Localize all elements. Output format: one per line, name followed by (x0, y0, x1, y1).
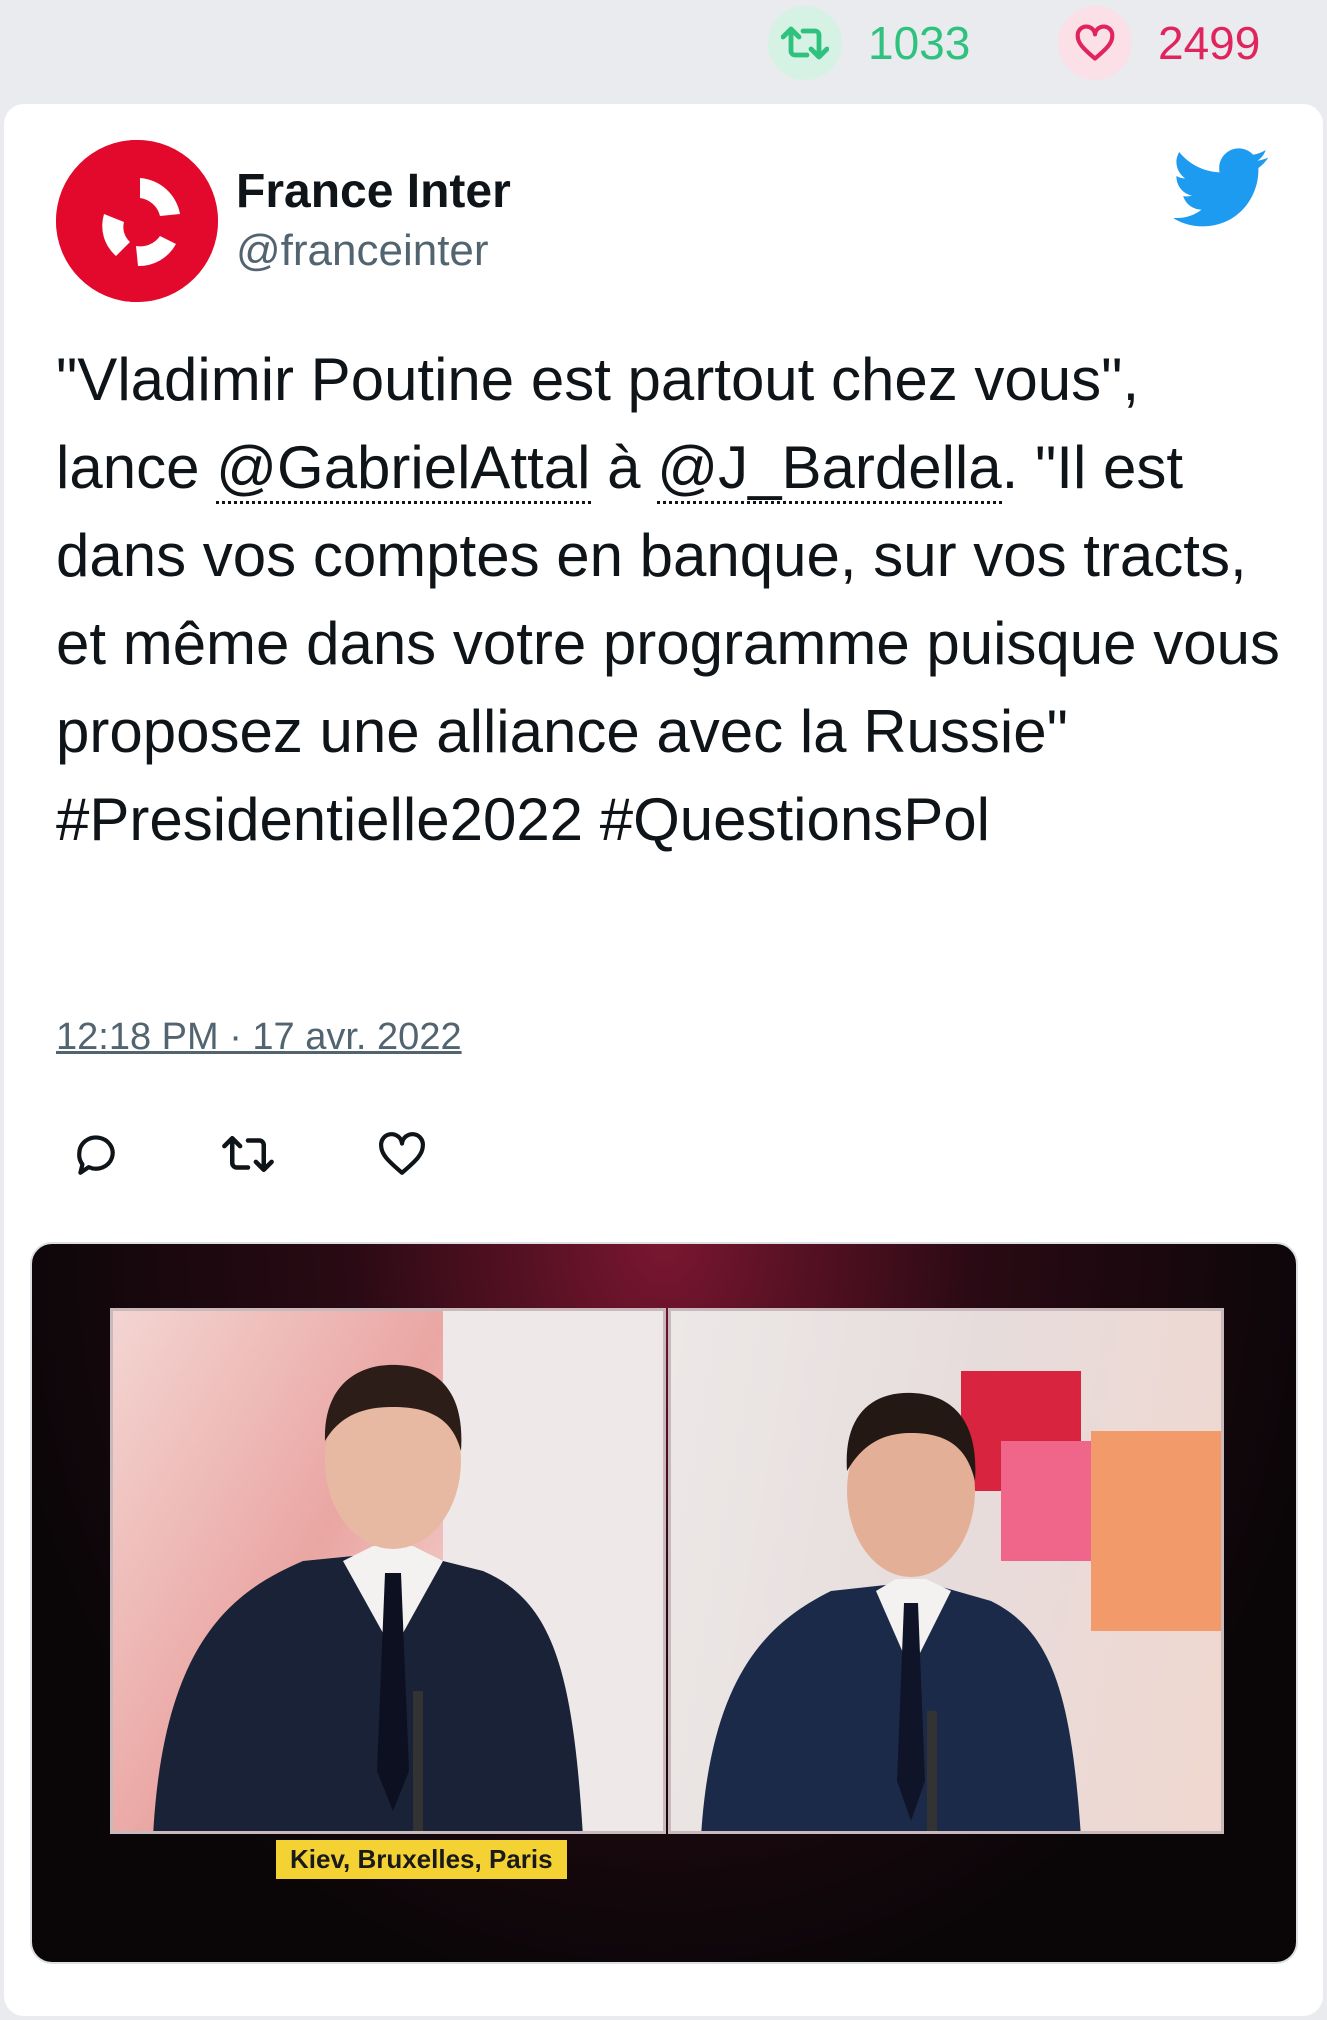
like-count-stat[interactable]: 2499 (1058, 6, 1260, 80)
hashtag-presidentielle2022[interactable]: #Presidentielle2022 (56, 786, 583, 853)
reply-button[interactable] (66, 1124, 126, 1184)
tweet-card: France Inter @franceinter "Vladimir Pout… (4, 104, 1323, 2016)
twitter-bird-icon[interactable] (1172, 148, 1270, 228)
reply-icon (77, 1135, 115, 1175)
heart-icon (1058, 6, 1132, 80)
video-panel-left (110, 1308, 666, 1834)
retweet-icon (222, 1136, 274, 1172)
mention-j-bardella[interactable]: @J_Bardella (657, 434, 1002, 504)
like-button[interactable] (372, 1124, 432, 1184)
tweet-timestamp[interactable]: 12:18 PM · 17 avr. 2022 (56, 1016, 462, 1059)
hashtag-questionspol[interactable]: #QuestionsPol (600, 786, 990, 853)
video-caption: Kiev, Bruxelles, Paris (276, 1840, 567, 1879)
retweet-count-stat[interactable]: 1033 (768, 6, 970, 80)
video-panel-right (668, 1308, 1224, 1834)
tweet-media[interactable]: Kiev, Bruxelles, Paris (30, 1242, 1298, 1964)
mention-gabrielattal[interactable]: @GabrielAttal (216, 434, 591, 504)
tweet-text-part (583, 786, 600, 853)
tweet-text-part: à (590, 434, 658, 501)
retweet-icon (768, 6, 842, 80)
retweet-button[interactable] (218, 1124, 278, 1184)
france-inter-logo (56, 140, 218, 302)
person-left-figure (153, 1311, 663, 1831)
person-right-figure (701, 1371, 1221, 1831)
avatar[interactable] (56, 140, 218, 302)
retweet-count: 1033 (868, 17, 971, 69)
heart-icon (379, 1132, 425, 1175)
like-count: 2499 (1158, 17, 1261, 69)
tweet-text: "Vladimir Poutine est partout chez vous"… (56, 336, 1286, 864)
display-name[interactable]: France Inter (236, 164, 511, 219)
stats-bar: 1033 2499 (0, 0, 1327, 100)
user-handle[interactable]: @franceinter (236, 226, 489, 276)
